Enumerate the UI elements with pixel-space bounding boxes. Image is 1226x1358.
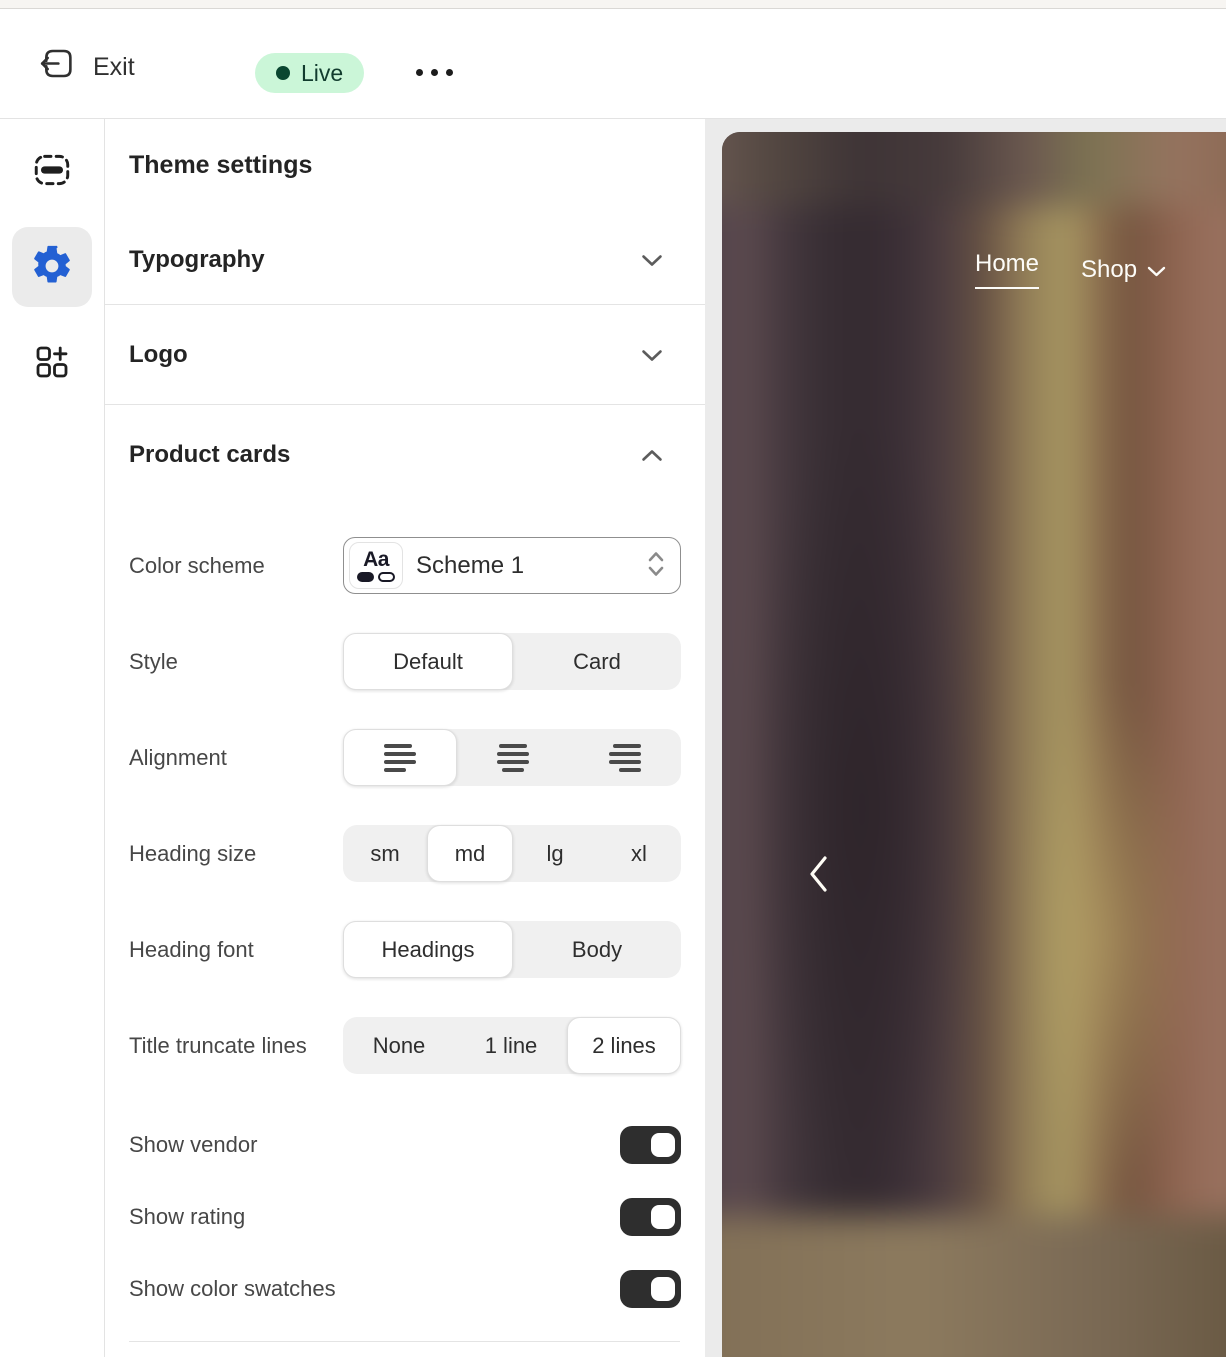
chevron-up-icon — [641, 441, 663, 469]
apps-icon — [32, 342, 72, 385]
exit-button[interactable]: Exit — [38, 45, 135, 89]
nav-shop-label: Shop — [1081, 256, 1137, 284]
style-option-default[interactable]: Default — [343, 633, 513, 690]
color-scheme-value: Scheme 1 — [416, 552, 646, 580]
truncate-none-option[interactable]: None — [343, 1017, 455, 1074]
heading-font-label: Heading font — [129, 933, 309, 966]
heading-font-headings[interactable]: Headings — [343, 921, 513, 978]
style-option-card[interactable]: Card — [513, 633, 681, 690]
alignment-row: Alignment — [129, 729, 681, 786]
nav-home-label: Home — [975, 250, 1039, 289]
heading-font-body[interactable]: Body — [513, 921, 681, 978]
store-preview: Home Shop — [722, 132, 1226, 1357]
title-truncate-row: Title truncate lines None 1 line 2 lines — [129, 1017, 681, 1074]
color-scheme-row: Color scheme Aa Scheme 1 — [129, 537, 681, 594]
preview-canvas: Home Shop — [705, 119, 1226, 1357]
exit-label: Exit — [93, 53, 135, 82]
title-truncate-label: Title truncate lines — [129, 1029, 309, 1062]
chevron-down-icon — [641, 246, 663, 274]
accordion-product-cards[interactable]: Product cards — [105, 405, 705, 505]
heading-font-segmented-control: Headings Body — [343, 921, 681, 978]
select-updown-icon — [646, 549, 666, 582]
heading-size-lg[interactable]: lg — [513, 825, 597, 882]
align-center-option[interactable] — [457, 729, 569, 786]
alignment-segmented-control — [343, 729, 681, 786]
show-rating-toggle[interactable] — [620, 1198, 681, 1236]
style-segmented-control: Default Card — [343, 633, 681, 690]
accordion-typography[interactable]: Typography — [105, 215, 705, 305]
chevron-down-icon — [1147, 256, 1166, 284]
storefront-nav: Home Shop — [975, 250, 1166, 289]
settings-gear-icon — [30, 244, 74, 291]
scheme-thumbnail-icon: Aa — [349, 542, 403, 589]
heading-size-label: Heading size — [129, 837, 309, 870]
accordion-logo-label: Logo — [129, 341, 188, 369]
chevron-down-icon — [641, 341, 663, 369]
page-title: Theme settings — [129, 151, 312, 180]
align-left-icon — [384, 744, 416, 772]
toggle-knob — [651, 1133, 675, 1157]
style-label: Style — [129, 645, 309, 678]
theme-settings-panel: Theme settings Typography Logo Product c… — [105, 119, 705, 1357]
live-badge[interactable]: Live — [255, 53, 364, 93]
align-right-option[interactable] — [569, 729, 681, 786]
dot-icon — [416, 69, 423, 76]
align-center-icon — [497, 744, 529, 772]
heading-size-segmented-control: sm md lg xl — [343, 825, 681, 882]
heading-font-row: Heading font Headings Body — [129, 921, 681, 978]
heading-size-row: Heading size sm md lg xl — [129, 825, 681, 882]
align-right-icon — [609, 744, 641, 772]
sidebar-item-apps[interactable] — [12, 323, 92, 403]
toggle-knob — [651, 1205, 675, 1229]
heading-size-xl[interactable]: xl — [597, 825, 681, 882]
style-row: Style Default Card — [129, 633, 681, 690]
color-scheme-label: Color scheme — [129, 549, 309, 582]
sidebar-item-theme-settings[interactable] — [12, 227, 92, 307]
alignment-label: Alignment — [129, 741, 309, 774]
accordion-typography-label: Typography — [129, 246, 265, 274]
toggle-knob — [651, 1277, 675, 1301]
align-left-option[interactable] — [343, 729, 457, 786]
editor-sidebar — [0, 119, 105, 1357]
editor-top-bar: Exit Live — [0, 9, 1226, 119]
title-truncate-segmented-control: None 1 line 2 lines — [343, 1017, 681, 1074]
more-actions-button[interactable] — [416, 57, 453, 87]
show-vendor-label: Show vendor — [129, 1132, 257, 1158]
color-scheme-select[interactable]: Aa Scheme 1 — [343, 537, 681, 594]
pill-outline-icon — [378, 572, 395, 582]
show-color-swatches-label: Show color swatches — [129, 1276, 336, 1302]
truncate-1line-option[interactable]: 1 line — [455, 1017, 567, 1074]
nav-link-home[interactable]: Home — [975, 250, 1039, 289]
accordion-logo[interactable]: Logo — [105, 305, 705, 405]
sidebar-item-sections[interactable] — [12, 131, 92, 211]
accordion-product-cards-label: Product cards — [129, 441, 290, 469]
chevron-left-icon — [806, 882, 830, 897]
sections-icon — [31, 149, 73, 194]
exit-icon — [38, 45, 75, 89]
nav-link-shop[interactable]: Shop — [1081, 256, 1166, 284]
heading-size-sm[interactable]: sm — [343, 825, 427, 882]
browser-top-strip — [0, 0, 1226, 9]
show-vendor-row: Show vendor — [129, 1126, 681, 1164]
live-status-dot-icon — [276, 66, 290, 80]
section-divider — [129, 1341, 680, 1342]
truncate-2lines-option[interactable]: 2 lines — [567, 1017, 681, 1074]
show-rating-row: Show rating — [129, 1198, 681, 1236]
show-rating-label: Show rating — [129, 1204, 245, 1230]
heading-size-md[interactable]: md — [427, 825, 513, 882]
show-color-swatches-toggle[interactable] — [620, 1270, 681, 1308]
live-badge-label: Live — [301, 60, 343, 87]
dot-icon — [446, 69, 453, 76]
show-color-swatches-row: Show color swatches — [129, 1270, 681, 1308]
pill-filled-icon — [357, 572, 374, 582]
dot-icon — [431, 69, 438, 76]
carousel-prev-button[interactable] — [806, 854, 830, 897]
preview-blurred-image — [722, 132, 1226, 1357]
show-vendor-toggle[interactable] — [620, 1126, 681, 1164]
